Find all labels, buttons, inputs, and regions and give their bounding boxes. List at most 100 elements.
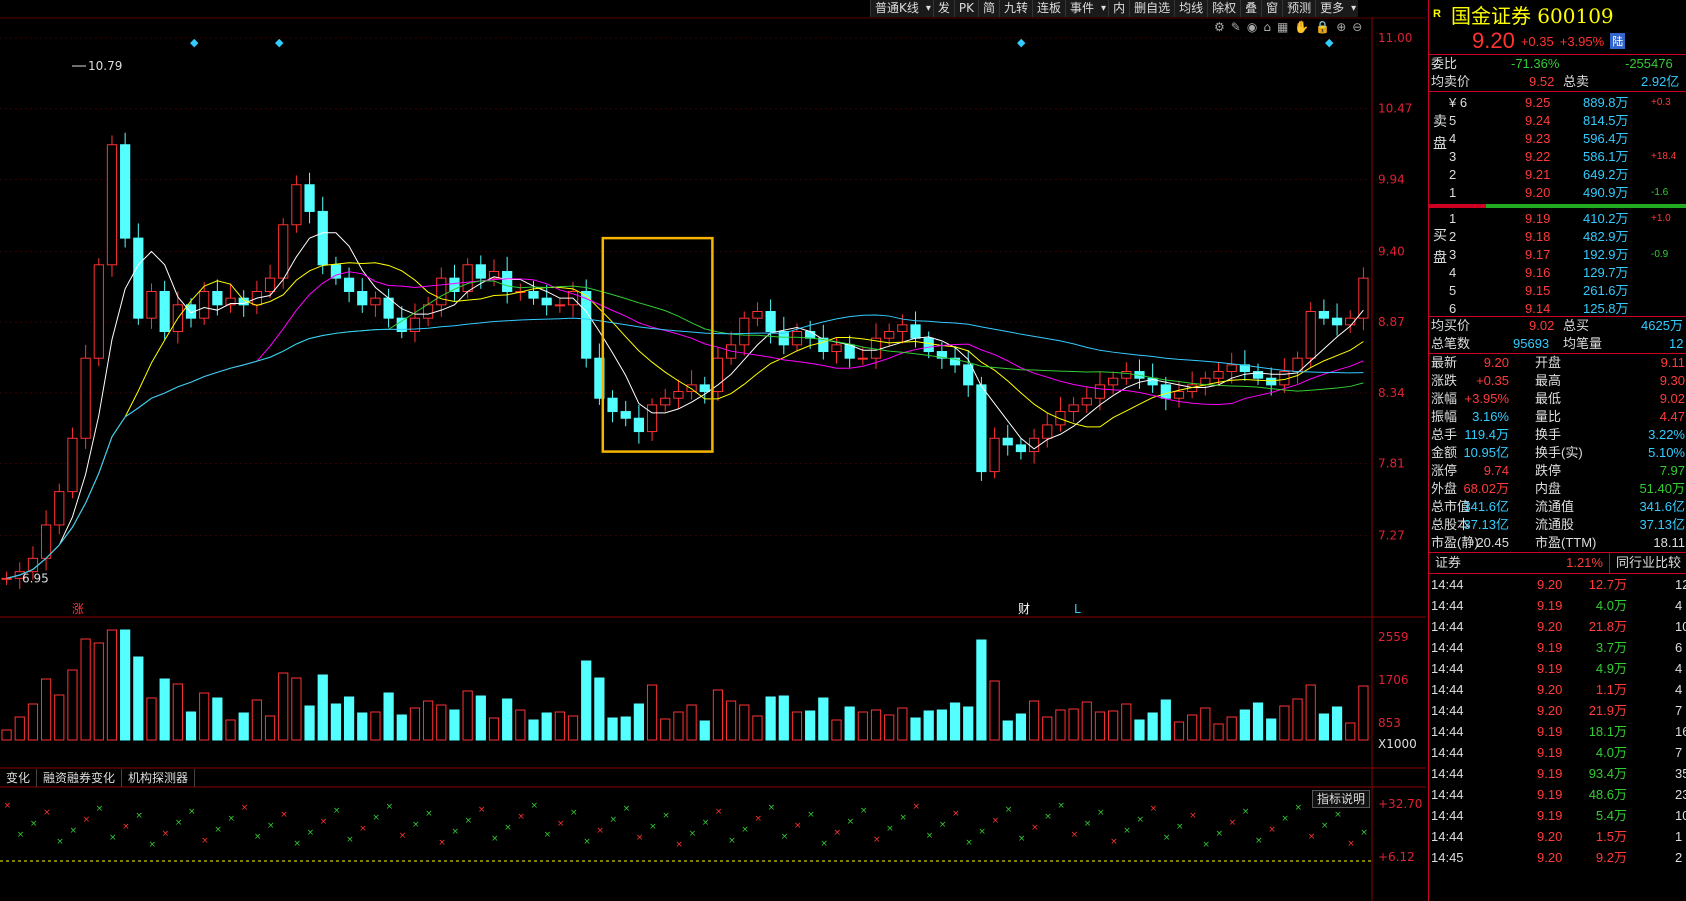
stat-cell: 最高: [1535, 373, 1562, 388]
tick-cell: 9.19: [1537, 640, 1563, 655]
volume-bar: [120, 629, 131, 741]
candle: [120, 144, 131, 239]
tab-change[interactable]: 变化: [0, 769, 38, 787]
indicator-mark: ×: [386, 802, 394, 812]
buys-level[interactable]: 5 9.15 261.6万: [1429, 282, 1686, 300]
indicator-mark: ×: [17, 830, 25, 840]
toolbar-item-4[interactable]: 九转: [999, 0, 1032, 17]
tab-institution-detector[interactable]: 机构探测器: [122, 769, 196, 787]
zoom-out-icon[interactable]: ⊖: [1352, 20, 1362, 34]
total-buy-value: 4625万: [1641, 318, 1683, 333]
sells-level[interactable]: 3 9.22 586.1万 +18.4: [1429, 148, 1686, 166]
ma-line-0: [6, 232, 1364, 579]
tick-list[interactable]: 14:44 9.20 12.7万 12 14:44 9.19 4.0万 4 14:44 9.2…: [1429, 574, 1686, 868]
indicator-mark: ×: [570, 808, 578, 818]
tick-cell: 9.20: [1537, 829, 1563, 844]
tick-cell: 14:44: [1431, 619, 1464, 634]
toolbar-item-7[interactable]: 内: [1108, 0, 1129, 17]
candle: [264, 277, 276, 292]
grid-icon[interactable]: ▦: [1277, 20, 1288, 34]
toolbar-item-3[interactable]: 简: [978, 0, 999, 17]
buys-level[interactable]: 4 9.16 129.7万: [1429, 264, 1686, 282]
industry-compare-button[interactable]: 同行业比较: [1608, 553, 1686, 573]
sells-level[interactable]: 1 9.20 490.9万 -1.6: [1429, 184, 1686, 202]
volume-bar: [1358, 685, 1369, 741]
buys-level[interactable]: 6 9.14 125.8万: [1429, 300, 1686, 318]
indicator-mark: ×: [517, 812, 525, 822]
pen-icon[interactable]: ✎: [1231, 20, 1241, 34]
toolbar-item-10[interactable]: 除权: [1207, 0, 1240, 17]
stat-cell: 9.11: [1660, 355, 1685, 370]
sells-level[interactable]: ¥ 6 9.25 889.8万 +0.3: [1429, 94, 1686, 112]
volume-bar: [1226, 716, 1237, 741]
toolbar-item-11[interactable]: 叠: [1240, 0, 1261, 17]
buys-level[interactable]: 3 9.17 192.9万 -0.9: [1429, 246, 1686, 264]
toolbar-item-5[interactable]: 连板: [1032, 0, 1065, 17]
tick-cell: 9.19: [1537, 808, 1563, 823]
indicator-help-button[interactable]: 指标说明: [1312, 790, 1371, 808]
indicator-mark: ×: [1308, 832, 1316, 842]
tick-cell: 35: [1675, 766, 1686, 781]
toolbar-item-6[interactable]: 事件: [1065, 0, 1108, 17]
volume-bar: [739, 704, 750, 741]
indicator-mark: ×: [478, 805, 486, 815]
toolbar-item-9[interactable]: 均线: [1174, 0, 1207, 17]
candle: [1266, 377, 1277, 386]
toolbar-item-12[interactable]: 窗: [1261, 0, 1282, 17]
volume-bar: [923, 710, 934, 741]
event-diamond: ◆: [1325, 36, 1334, 49]
tick-cell: 10: [1675, 808, 1686, 823]
kline-chart-area[interactable]: 11.00 10.47 9.94 9.40 8.87 8.34 7.81 7.27 × × × × × ×…: [0, 0, 1426, 901]
tab-margin-change[interactable]: 融资融券变化: [37, 769, 123, 787]
sells-level[interactable]: 5 9.24 814.5万: [1429, 112, 1686, 130]
avg-trade-size-label: 均笔量: [1563, 336, 1603, 351]
buys-level[interactable]: 2 9.18 482.9万: [1429, 228, 1686, 246]
tick-cell: 12.7万: [1588, 577, 1627, 592]
toolbar-item-2[interactable]: PK: [953, 0, 978, 17]
candle: [673, 391, 684, 399]
candle: [502, 270, 513, 292]
indicator-mark: ×: [465, 816, 473, 826]
stat-cell: 341.6亿: [1463, 499, 1509, 514]
stat-cell: 9.20: [1483, 355, 1509, 370]
toolbar-item-8[interactable]: 删自选: [1129, 0, 1174, 17]
price-tick: 7.27: [1378, 529, 1405, 543]
candle: [1173, 391, 1185, 399]
lock-icon[interactable]: 🔒: [1315, 20, 1330, 34]
zoom-in-icon[interactable]: ⊕: [1336, 20, 1346, 34]
settings-icon[interactable]: ⚙: [1214, 20, 1225, 34]
hand-icon[interactable]: ✋: [1294, 20, 1309, 34]
volume-bar: [159, 678, 170, 741]
indicator-mark: ×: [267, 821, 275, 831]
buys-level[interactable]: 1 9.19 410.2万 +1.0: [1429, 210, 1686, 228]
volume-bar: [1200, 707, 1211, 741]
sector-name[interactable]: 证券: [1429, 553, 1467, 573]
volume-bar: [1108, 710, 1119, 741]
sells-level[interactable]: 2 9.21 649.2万: [1429, 166, 1686, 184]
level-label: 4: [1449, 131, 1457, 146]
indicator-mark: ×: [768, 803, 776, 813]
tick-cell: 18.1万: [1588, 724, 1627, 739]
candle: [831, 344, 842, 353]
toolbar-item-13[interactable]: 预测: [1282, 0, 1315, 17]
sells-level[interactable]: 4 9.23 596.4万: [1429, 130, 1686, 148]
volume-bar: [515, 709, 526, 741]
home-icon[interactable]: ⌂: [1263, 20, 1271, 34]
candle: [1108, 377, 1119, 386]
indicator-mark: ×: [1084, 819, 1092, 829]
lu-badge: 陆: [1610, 33, 1626, 49]
max-price-label: 10.79: [88, 59, 122, 73]
volume-bar: [765, 696, 776, 741]
stat-cell: 最新: [1431, 355, 1458, 370]
toolbar-item-14[interactable]: 更多: [1315, 0, 1358, 17]
candle: [106, 144, 118, 266]
eye-icon[interactable]: ◉: [1247, 20, 1257, 34]
toolbar-item-0[interactable]: 普通K线: [870, 0, 933, 17]
toolbar-item-1[interactable]: 发: [932, 0, 954, 17]
tick-row: 14:44 9.20 21.8万 10: [1429, 616, 1686, 637]
candle: [67, 437, 78, 493]
volume-bar: [936, 709, 947, 741]
stat-row: 最新 9.20 开盘 9.11: [1429, 354, 1686, 372]
last-price: 9.20: [1472, 28, 1515, 53]
kline-chart[interactable]: 11.00 10.47 9.94 9.40 8.87 8.34 7.81 7.27 × × × × × ×…: [0, 0, 1426, 901]
